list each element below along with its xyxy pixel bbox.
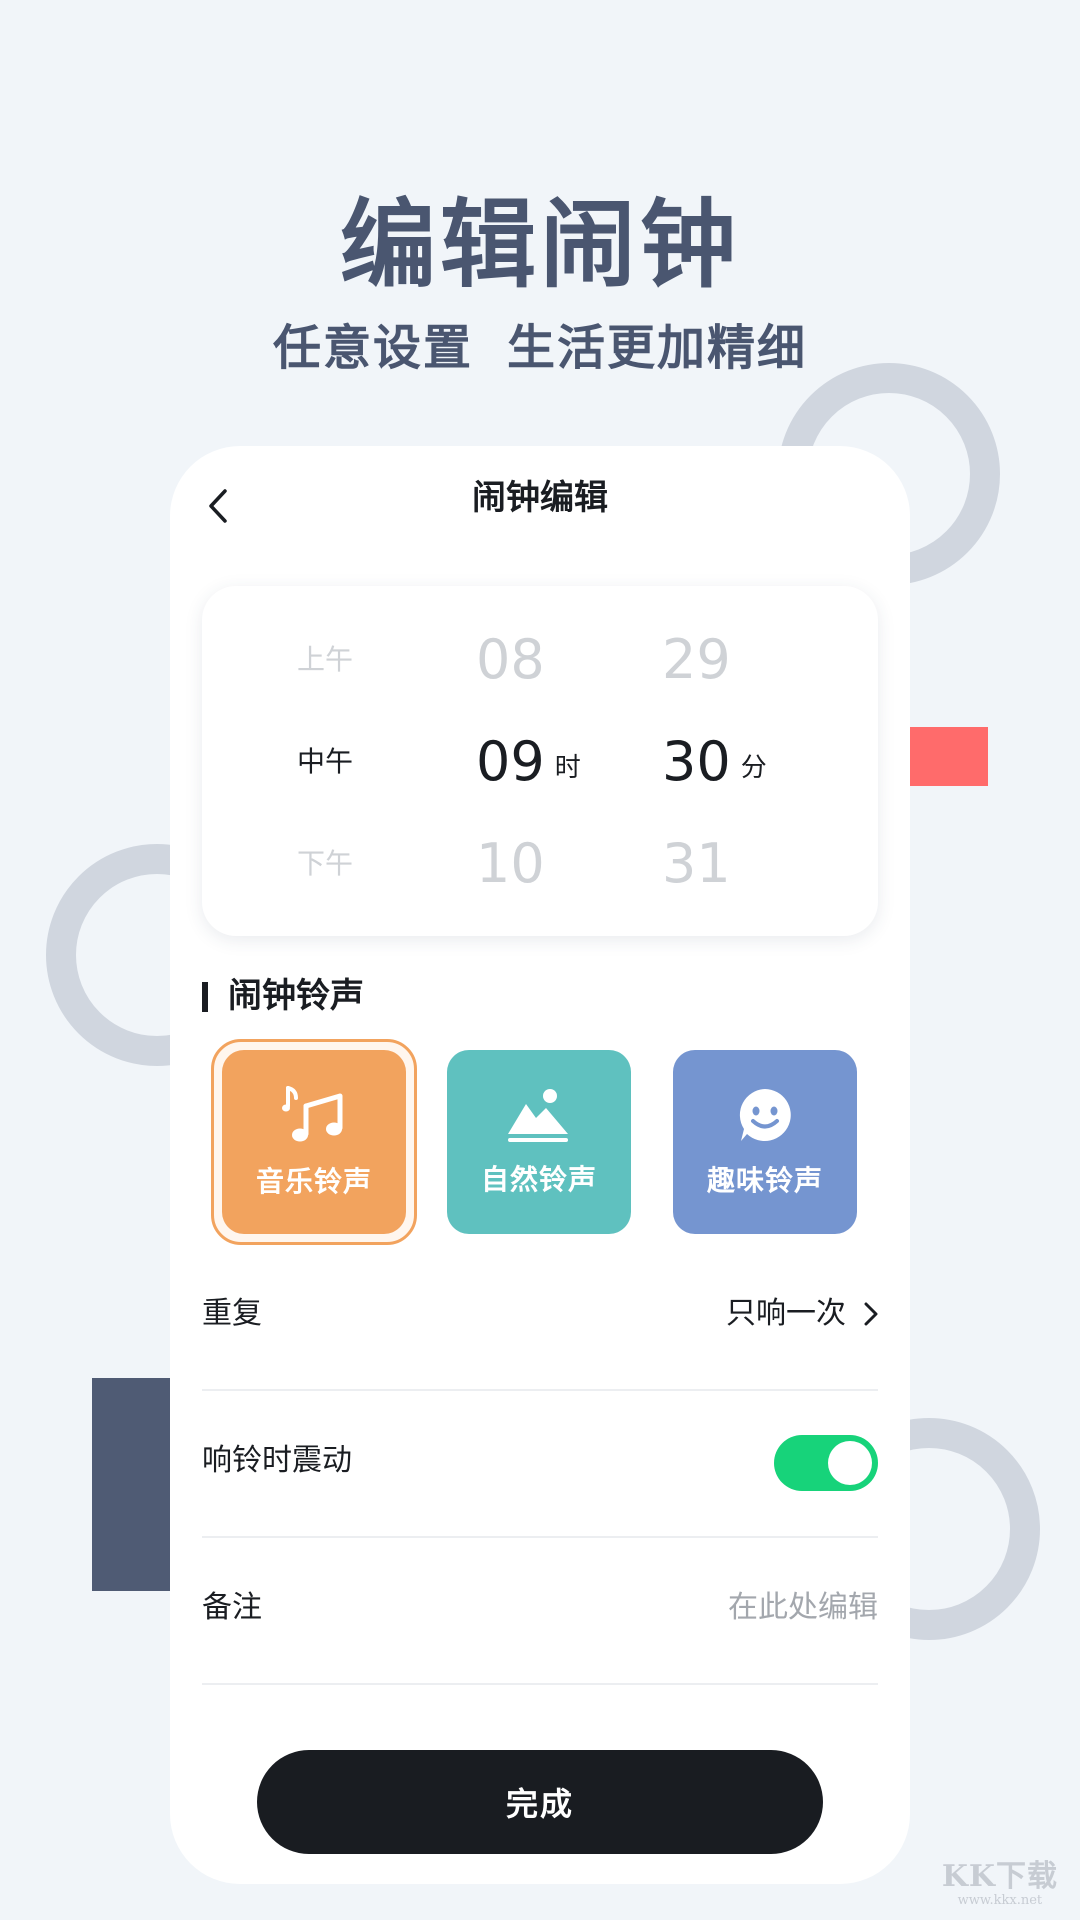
hour-unit: 时 [554,753,581,783]
mountain-icon [508,1089,568,1142]
time-picker[interactable]: 上午 中午 下午 08 09 时 10 29 30 分 31 [202,586,878,936]
decor-block-red [900,727,988,786]
ringtone-music-button[interactable]: 音乐铃声 [222,1050,406,1234]
page-title: 闹钟编辑 [472,478,608,518]
decor-block-navy [92,1378,182,1591]
ringtone-fun-label: 趣味铃声 [706,1164,823,1197]
ampm-option-prev[interactable]: 上午 [265,630,385,690]
minute-option-prev[interactable]: 29 [662,630,731,690]
hour-value: 09 [476,730,545,793]
music-note-icon [282,1086,343,1142]
repeat-label: 重复 [202,1296,262,1331]
note-label: 备注 [202,1590,262,1625]
ringtone-music-label: 音乐铃声 [255,1165,372,1198]
minute-unit: 分 [740,753,767,783]
watermark-url: www.kkx.net [957,1893,1043,1908]
hero-subtitle-part1: 任意设置 [272,320,473,376]
ringtone-nature-button[interactable]: 自然铃声 [447,1050,631,1234]
ampm-option-next[interactable]: 下午 [265,834,385,894]
smiley-icon [739,1089,791,1141]
nav-bar: 闹钟编辑 [170,446,910,564]
note-row[interactable]: 备注 在此处编辑 [202,1538,878,1685]
repeat-row[interactable]: 重复 只响一次 [202,1244,878,1391]
minute-option-next[interactable]: 31 [662,834,731,894]
ringtone-fun-button[interactable]: 趣味铃声 [673,1050,857,1234]
vibrate-label: 响铃时震动 [202,1443,352,1478]
toggle-knob [828,1441,872,1485]
minute-option-selected[interactable]: 30 分 [662,732,767,798]
watermark-main: KK下载 [941,1859,1058,1894]
vibrate-row: 响铃时震动 [202,1391,878,1538]
hero-title: 编辑闹钟 [340,189,740,301]
ringtone-nature-label: 自然铃声 [480,1163,597,1196]
hour-option-prev[interactable]: 08 [476,630,545,690]
repeat-value-text: 只响一次 [726,1296,846,1331]
ringtone-section-title: 闹钟铃声 [202,974,364,1018]
ampm-option-selected[interactable]: 中午 [265,732,385,792]
hour-option-selected[interactable]: 09 时 [476,732,581,798]
vibrate-toggle[interactable] [774,1435,878,1491]
chevron-right-icon [864,1302,878,1326]
done-button[interactable]: 完成 [257,1750,823,1854]
minute-value: 30 [662,730,731,793]
note-input[interactable]: 在此处编辑 [728,1586,878,1630]
ringtone-options: 音乐铃声 自然铃声 趣味铃声 [170,1039,910,1245]
phone-card: 闹钟编辑 上午 中午 下午 08 09 时 10 29 30 分 31 闹钟铃声 [170,446,910,1884]
repeat-value[interactable]: 只响一次 [726,1292,878,1336]
hero-subtitle-part2: 生活更加精细 [507,320,808,376]
watermark: KK下载 www.kkx.net [942,1851,1058,1908]
hour-option-next[interactable]: 10 [476,834,545,894]
